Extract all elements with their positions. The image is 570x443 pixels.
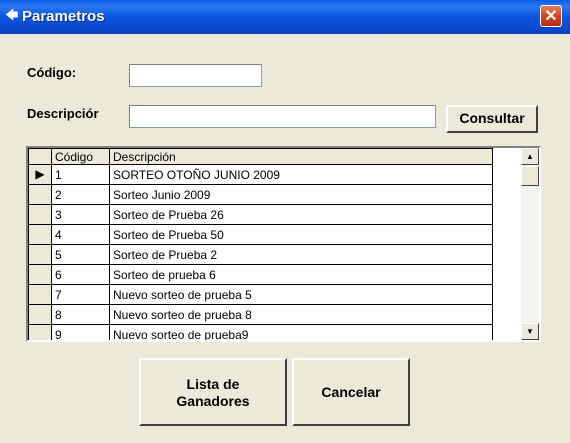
cell-codigo[interactable]: 6 xyxy=(51,264,110,285)
scroll-up-icon[interactable]: ▲ xyxy=(521,148,539,165)
cell-descripcion[interactable]: SORTEO OTOÑO JUNIO 2009 xyxy=(109,164,493,185)
column-header-codigo[interactable]: Código xyxy=(51,148,110,165)
title-bar[interactable]: 🡄 Parametros ✕ xyxy=(0,0,570,34)
table-row[interactable]: 3 Sorteo de Prueba 26 xyxy=(28,204,493,225)
cell-codigo[interactable]: 2 xyxy=(51,184,110,205)
back-arrow-icon: 🡄 xyxy=(5,7,19,22)
row-selector[interactable] xyxy=(28,324,52,340)
cell-codigo[interactable]: 7 xyxy=(51,284,110,305)
results-table: Código Descripción ▶ 1 SORTEO OTOÑO JUNI… xyxy=(28,148,493,340)
table-row[interactable]: 2 Sorteo Junio 2009 xyxy=(28,184,493,205)
table-row[interactable]: 9 Nuevo sorteo de prueba9 xyxy=(28,324,493,340)
table-row[interactable]: ▶ 1 SORTEO OTOÑO JUNIO 2009 xyxy=(28,164,493,185)
cell-descripcion[interactable]: Sorteo de Prueba 50 xyxy=(109,224,493,245)
table-row[interactable]: 4 Sorteo de Prueba 50 xyxy=(28,224,493,245)
table-row[interactable]: 6 Sorteo de prueba 6 xyxy=(28,264,493,285)
table-row[interactable]: 8 Nuevo sorteo de prueba 8 xyxy=(28,304,493,325)
results-grid[interactable]: Código Descripción ▶ 1 SORTEO OTOÑO JUNI… xyxy=(26,146,541,342)
scroll-thumb[interactable] xyxy=(521,166,539,186)
cell-descripcion[interactable]: Sorteo Junio 2009 xyxy=(109,184,493,205)
column-header-descripcion[interactable]: Descripción xyxy=(109,148,493,165)
consultar-button[interactable]: Consultar xyxy=(446,105,538,133)
current-row-marker-icon: ▶ xyxy=(28,164,52,185)
row-selector[interactable] xyxy=(28,184,52,205)
row-selector[interactable] xyxy=(28,304,52,325)
cancelar-label: Cancelar xyxy=(321,384,381,400)
row-selector[interactable] xyxy=(28,264,52,285)
row-selector[interactable] xyxy=(28,284,52,305)
cell-descripcion[interactable]: Nuevo sorteo de prueba9 xyxy=(109,324,493,340)
cell-codigo[interactable]: 5 xyxy=(51,244,110,265)
lista-ganadores-button[interactable]: Lista de Ganadores xyxy=(139,358,287,426)
table-row[interactable]: 7 Nuevo sorteo de prueba 5 xyxy=(28,284,493,305)
row-selector[interactable] xyxy=(28,244,52,265)
descripcion-input[interactable] xyxy=(129,105,436,128)
lista-ganadores-label-line2: Ganadores xyxy=(176,393,250,409)
codigo-input[interactable] xyxy=(129,64,262,87)
cell-codigo[interactable]: 9 xyxy=(51,324,110,340)
consultar-label: Consultar xyxy=(459,110,525,126)
cell-codigo[interactable]: 3 xyxy=(51,204,110,225)
cell-descripcion[interactable]: Sorteo de Prueba 2 xyxy=(109,244,493,265)
close-button[interactable]: ✕ xyxy=(540,5,562,27)
cell-codigo[interactable]: 8 xyxy=(51,304,110,325)
row-selector[interactable] xyxy=(28,204,52,225)
cancelar-button[interactable]: Cancelar xyxy=(292,358,410,426)
descripcion-label: Descripciór xyxy=(27,106,99,121)
vertical-scrollbar[interactable]: ▲ ▼ xyxy=(521,148,539,340)
lista-ganadores-label-line1: Lista de xyxy=(186,376,240,392)
cell-codigo[interactable]: 1 xyxy=(51,164,110,185)
grid-header-row: Código Descripción xyxy=(28,148,493,165)
cell-descripcion[interactable]: Sorteo de Prueba 26 xyxy=(109,204,493,225)
table-row[interactable]: 5 Sorteo de Prueba 2 xyxy=(28,244,493,265)
row-selector-header xyxy=(28,148,52,165)
row-selector[interactable] xyxy=(28,224,52,245)
cell-descripcion[interactable]: Nuevo sorteo de prueba 8 xyxy=(109,304,493,325)
cell-descripcion[interactable]: Sorteo de prueba 6 xyxy=(109,264,493,285)
cell-codigo[interactable]: 4 xyxy=(51,224,110,245)
cell-descripcion[interactable]: Nuevo sorteo de prueba 5 xyxy=(109,284,493,305)
window-title: Parametros xyxy=(22,8,105,25)
codigo-label: Código: xyxy=(27,65,77,80)
scroll-down-icon[interactable]: ▼ xyxy=(521,323,539,340)
